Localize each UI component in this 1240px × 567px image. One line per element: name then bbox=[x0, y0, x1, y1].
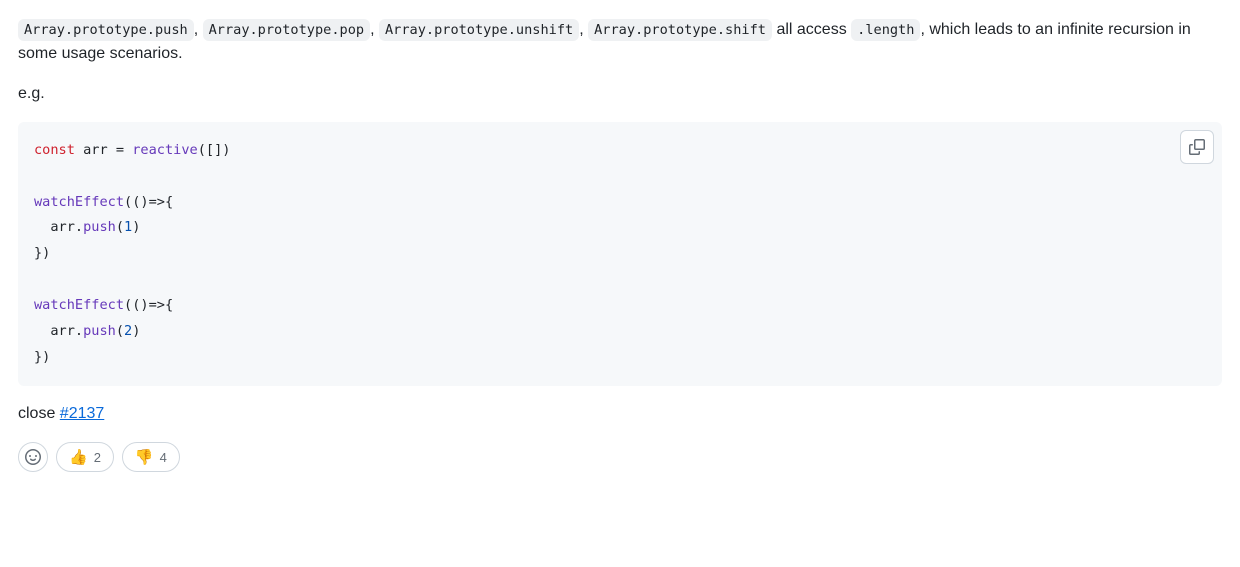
thumbs-down-count: 4 bbox=[160, 450, 167, 465]
description-paragraph: Array.prototype.push, Array.prototype.po… bbox=[18, 18, 1222, 66]
code-block: const arr = reactive([]) watchEffect(()=… bbox=[18, 122, 1222, 386]
code-inline: Array.prototype.push bbox=[18, 19, 194, 41]
issue-link[interactable]: #2137 bbox=[60, 405, 105, 422]
copy-button[interactable] bbox=[1180, 130, 1214, 164]
code-inline: Array.prototype.shift bbox=[588, 19, 772, 41]
code-inline: Array.prototype.unshift bbox=[379, 19, 579, 41]
separator: , bbox=[194, 21, 203, 38]
separator: , bbox=[579, 21, 588, 38]
code-inline: Array.prototype.pop bbox=[203, 19, 371, 41]
thumbs-down-icon: 👎 bbox=[135, 450, 154, 465]
description-text: all access bbox=[776, 21, 851, 38]
close-text: close bbox=[18, 405, 60, 422]
thumbs-up-reaction[interactable]: 👍 2 bbox=[56, 442, 114, 472]
separator: , bbox=[370, 21, 379, 38]
code-inline: .length bbox=[851, 19, 920, 41]
smiley-icon bbox=[25, 449, 41, 465]
reactions-bar: 👍 2 👎 4 bbox=[18, 442, 1222, 472]
thumbs-up-icon: 👍 bbox=[69, 450, 88, 465]
thumbs-up-count: 2 bbox=[94, 450, 101, 465]
add-reaction-button[interactable] bbox=[18, 442, 48, 472]
example-label: e.g. bbox=[18, 82, 1222, 106]
thumbs-down-reaction[interactable]: 👎 4 bbox=[122, 442, 180, 472]
copy-icon bbox=[1189, 139, 1205, 155]
code-content: const arr = reactive([]) watchEffect(()=… bbox=[34, 138, 1206, 370]
close-reference: close #2137 bbox=[18, 402, 1222, 426]
